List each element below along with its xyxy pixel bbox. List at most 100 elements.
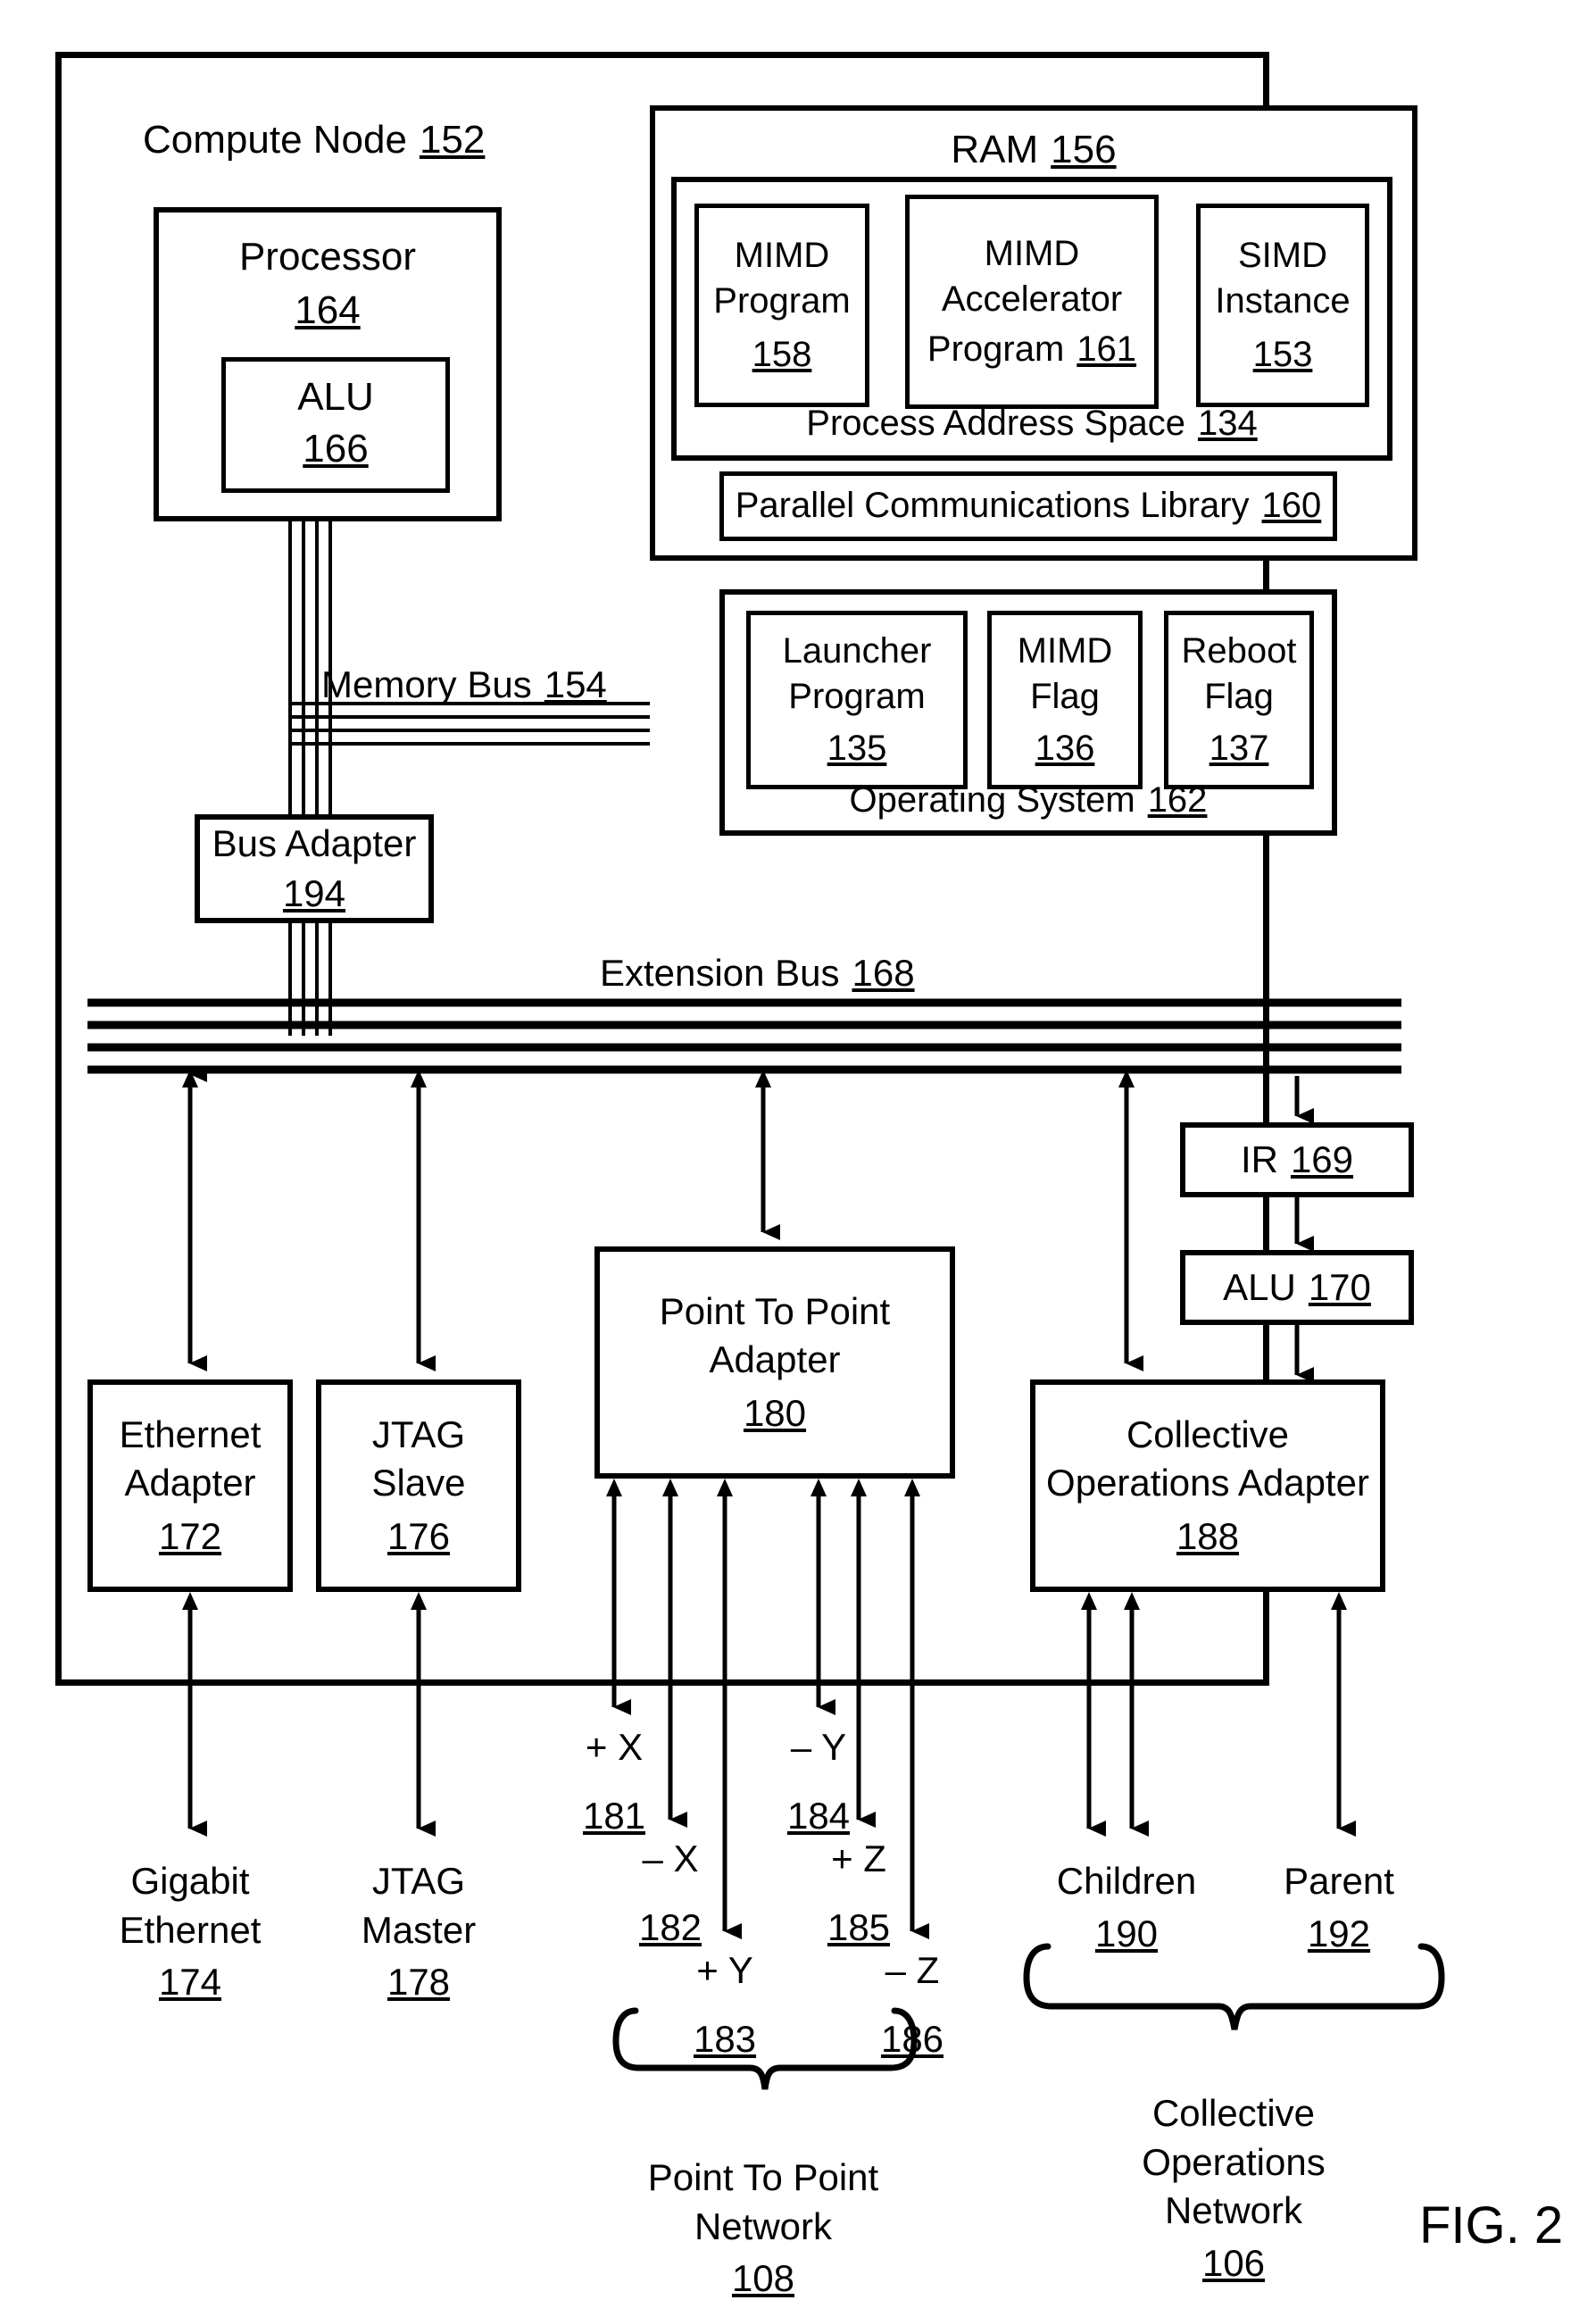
children-title: Children [1056,1860,1197,1902]
collective-parent-arrowhead-up [1331,1592,1347,1610]
extension-bus-label: Extension Bus 168 [600,949,915,998]
reboot-flag-line1: Reboot [1181,631,1297,671]
point-to-point-adapter-box: Point To Point Adapter 180 [594,1246,955,1479]
jtag-master-line1: JTAG [371,1860,466,1902]
children-ref: 190 [1094,1912,1159,1954]
collective-adapter-line2: Operations Adapter [1046,1462,1369,1504]
collective-operations-adapter-box: Collective Operations Adapter 188 [1030,1379,1385,1592]
collective-network-line3: Network [1164,2189,1303,2232]
p2p-adapter-line1: Point To Point [659,1290,891,1333]
extension-bus-ref: 168 [852,952,915,994]
point-to-point-network-label: Point To Point Network 108 [648,2154,878,2300]
parent-title: Parent [1284,1860,1394,1902]
mimd-accelerator-program-box: MIMD Accelerator Program 161 [905,195,1159,409]
jtag-slave-ref: 176 [387,1514,451,1557]
axis-minus-z-ref: 186 [880,2017,944,2060]
alu-title: ALU [297,375,374,419]
compute-node-ref: 152 [419,118,486,162]
mimd-program-box: MIMD Program 158 [694,204,869,407]
p2p-network-ref: 108 [731,2257,795,2300]
reboot-flag-line2: Flag [1204,677,1274,717]
gigabit-ethernet-ref: 174 [158,1961,222,2004]
ram-title: RAM [951,128,1039,171]
memory-bus-label: Memory Bus 154 [321,661,607,710]
extension-bus-title: Extension Bus [600,952,840,994]
p2p-network-line1: Point To Point [647,2156,879,2198]
axis-plus-x-ref: 181 [582,1794,646,1837]
ir-title: IR [1240,1138,1278,1181]
axis-minus-y-text: – Y [790,1726,847,1768]
axis-minus-z-text: – Z [885,1949,940,1991]
collective-operations-network-label: Collective Operations Network 106 [1142,2089,1325,2288]
mimd-flag-box: MIMD Flag 136 [987,611,1143,789]
compute-node-title-text: Compute Node [143,118,407,162]
memory-bus-ref: 154 [544,663,607,705]
ir-box: IR 169 [1180,1122,1414,1197]
mimd-flag-ref: 136 [1035,728,1095,768]
jtag-master-label: JTAG Master 178 [362,1857,476,2007]
point-to-point-network-brace [612,2007,918,2090]
ethernet-adapter-line2: Adapter [124,1462,256,1504]
bus-adapter-box: Bus Adapter 194 [195,814,434,923]
alu-ref: 166 [303,427,369,471]
jtag-slave-line1: JTAG [371,1413,466,1456]
axis-minus-x-text: – X [642,1838,699,1879]
axis-label-minus-y: – Y 184 [787,1723,850,1840]
parent-label: Parent 192 [1284,1857,1394,1958]
reboot-flag-ref: 137 [1209,728,1269,768]
axis-plus-z-ref: 185 [827,1905,891,1948]
mimd-accelerator-line1: MIMD [984,234,1080,274]
axis-plus-x-text: + X [585,1726,644,1768]
reboot-flag-box: Reboot Flag 137 [1164,611,1314,789]
process-address-space-ref: 134 [1197,403,1258,443]
parent-ref: 192 [1307,1912,1371,1954]
p2p-adapter-line2: Adapter [709,1338,841,1381]
processor-title: Processor [238,235,417,279]
axis-minus-x-ref: 182 [638,1905,702,1948]
axis-plus-z-text: + Z [831,1838,886,1879]
children-label: Children 190 [1057,1857,1196,1958]
parallel-communications-library-box: Parallel Communications Library 160 [719,471,1337,541]
launcher-program-box: Launcher Program 135 [746,611,968,789]
alu-170-ref: 170 [1308,1266,1371,1309]
ir-ref: 169 [1290,1138,1354,1181]
mimd-accelerator-line2: Accelerator [941,279,1123,320]
axis-label-plus-z: + Z 185 [827,1835,890,1952]
simd-instance-ref: 153 [1252,334,1313,374]
jtag-slave-line2: Slave [371,1462,466,1504]
mimd-flag-line2: Flag [1030,677,1100,717]
gigabit-ethernet-label: Gigabit Ethernet 174 [120,1857,262,2007]
alu-170-box: ALU 170 [1180,1250,1414,1325]
collective-network-line2: Operations [1142,2140,1326,2183]
p2p-adapter-ref: 180 [743,1391,807,1434]
collective-adapter-line1: Collective [1126,1413,1290,1456]
axis-label-plus-x: + X 181 [583,1723,645,1840]
ram-ref: 156 [1051,128,1117,171]
compute-node-title: Compute Node 152 [143,114,485,165]
axis-label-minus-z: – Z 186 [881,1946,943,2063]
parallel-library-title: Parallel Communications Library [735,486,1250,526]
axis-minus-y-ref: 184 [786,1794,851,1837]
launcher-program-line2: Program [788,677,926,717]
collective-network-line1: Collective [1151,2092,1316,2134]
axis-plus-y-text: + Y [696,1949,753,1991]
figure-label: FIG. 2 [1419,2196,1564,2254]
mimd-accelerator-line3: Program [927,329,1065,369]
ethernet-adapter-ref: 172 [158,1514,222,1557]
mimd-program-line2: Program [713,281,851,321]
axis-label-minus-x: – X 182 [639,1835,702,1952]
p2p-network-line2: Network [694,2204,833,2247]
mimd-flag-line1: MIMD [1017,631,1113,671]
mimd-accelerator-ref: 161 [1076,329,1137,369]
bus-adapter-title: Bus Adapter [212,822,417,865]
collective-adapter-ref: 188 [1176,1514,1240,1557]
collective-network-ref: 106 [1201,2241,1266,2284]
bus-adapter-ref: 194 [282,872,346,914]
jtag-slave-box: JTAG Slave 176 [316,1379,521,1592]
axis-label-plus-y: + Y 183 [694,1946,756,2063]
jtag-master-ref: 178 [387,1961,451,2004]
axis-plus-y-ref: 183 [693,2017,757,2060]
processor-ref: 164 [295,288,361,333]
alu-170-title: ALU [1223,1266,1296,1309]
mimd-program-ref: 158 [752,334,812,374]
